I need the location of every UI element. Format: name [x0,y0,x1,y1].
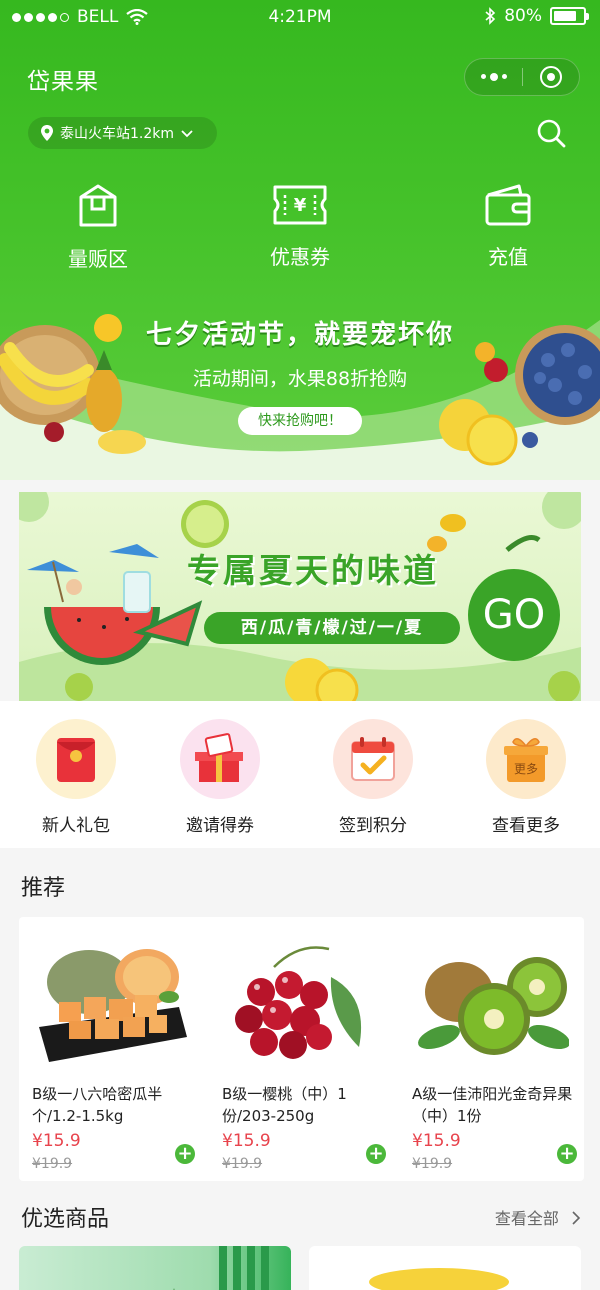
kiwi-image [418,957,569,1055]
feature-invite-coupon[interactable]: 邀请得券 [165,719,275,836]
feature-newcomer-gift[interactable]: 新人礼包 [21,719,131,836]
quick-nav-label: 充值 [488,245,528,269]
recommend-card: B级一八六哈密瓜半个/1.2-1.5kg ¥15.9 ¥19.9 + B级一樱桃… [19,917,584,1181]
promo-title: 七夕活动节，就要宠坏你 [145,320,454,350]
header-area: BELL 4:21PM 80% 岱果果 泰山火车站1.2km 量贩区 ¥ 优惠券 [0,0,600,480]
go-button[interactable]: GO [468,569,560,661]
miniprogram-capsule [464,58,580,96]
selected-product-image [369,1268,509,1290]
summer-subtitle: 西/瓜/青/檬/过/一/夏 [204,612,460,644]
svg-text:更多: 更多 [514,762,538,776]
quick-nav-coupon[interactable]: ¥ 优惠券 [230,183,370,270]
feature-label: 查看更多 [492,816,560,836]
quick-nav-label: 优惠券 [270,245,330,269]
product-card[interactable]: B级一八六哈密瓜半个/1.2-1.5kg ¥15.9 ¥19.9 + [19,917,207,1181]
add-to-cart-icon[interactable]: + [557,1144,577,1164]
promo-banner[interactable]: 七夕活动节，就要宠坏你 活动期间，水果88折抢购 快来抢购吧！ [0,300,600,480]
battery-percent: 80% [504,6,542,26]
box-icon [79,184,117,227]
product-card[interactable]: A级一佳沛阳光金奇异果（中）1份 ¥15.9 ¥19.9 + [399,917,587,1181]
location-label: 泰山火车站1.2km [60,126,175,142]
product-price: ¥15.9 [412,1131,461,1151]
search-icon[interactable] [536,118,566,148]
red-envelope-icon [36,719,116,799]
product-price: ¥15.9 [222,1131,271,1151]
quick-nav-bulk[interactable]: 量贩区 [28,183,168,272]
selected-product-card[interactable] [19,1246,291,1290]
product-name: B级一八六哈密瓜半个/1.2-1.5kg [32,1085,163,1125]
feature-label: 新人礼包 [42,816,110,836]
calendar-check-icon [333,719,413,799]
product-name: B级一樱桃（中）1份/203-250g [222,1085,347,1125]
summer-title: 专属夏天的味道 [187,551,439,590]
feature-more[interactable]: 更多 查看更多 [471,719,581,836]
status-bar: BELL 4:21PM 80% [0,0,600,34]
close-miniprogram-icon[interactable] [523,66,579,88]
chevron-down-icon [181,130,193,138]
selected-product-image [173,1246,269,1290]
feature-label: 邀请得券 [186,816,254,836]
selected-title: 优选商品 [21,1207,110,1232]
quick-nav-label: 量贩区 [68,247,128,271]
selected-product-card[interactable] [309,1246,581,1290]
feature-label: 签到积分 [339,816,407,836]
svg-text:¥: ¥ [294,195,307,216]
chevron-right-icon [572,1211,581,1225]
location-pin-icon [41,125,53,141]
more-menu-icon[interactable] [465,72,522,81]
product-price: ¥15.9 [32,1131,81,1151]
quick-nav: 量贩区 ¥ 优惠券 充值 [0,183,600,283]
add-to-cart-icon[interactable]: + [366,1144,386,1164]
cherry-image [235,946,362,1059]
promo-buy-button[interactable]: 快来抢购吧！ [238,407,362,435]
product-old-price: ¥19.9 [412,1156,453,1172]
add-to-cart-icon[interactable]: + [175,1144,195,1164]
app-title: 岱果果 [27,69,99,95]
battery-icon [550,7,589,25]
gift-box-icon [180,719,260,799]
product-name: A级一佳沛阳光金奇异果（中）1份 [412,1085,573,1125]
coupon-icon: ¥ [273,185,327,225]
summer-banner[interactable]: 专属夏天的味道 西/瓜/青/檬/过/一/夏 GO [19,492,581,701]
recommend-title: 推荐 [21,876,66,901]
wallet-icon [485,184,531,226]
view-all-label: 查看全部 [494,1209,559,1228]
bluetooth-icon [485,7,496,25]
more-gift-icon: 更多 [486,719,566,799]
cantaloupe-image [39,949,187,1062]
view-all-link[interactable]: 查看全部 [495,1205,582,1229]
feature-row: 新人礼包 邀请得券 签到积分 更多 查看更多 [0,701,600,848]
feature-checkin-points[interactable]: 签到积分 [318,719,428,836]
promo-subtitle: 活动期间，水果88折抢购 [192,368,408,390]
product-card[interactable]: B级一樱桃（中）1份/203-250g ¥15.9 ¥19.9 + [209,917,397,1181]
quick-nav-recharge[interactable]: 充值 [438,183,578,270]
location-selector[interactable]: 泰山火车站1.2km [28,117,217,149]
product-old-price: ¥19.9 [32,1156,73,1172]
product-old-price: ¥19.9 [222,1156,263,1172]
